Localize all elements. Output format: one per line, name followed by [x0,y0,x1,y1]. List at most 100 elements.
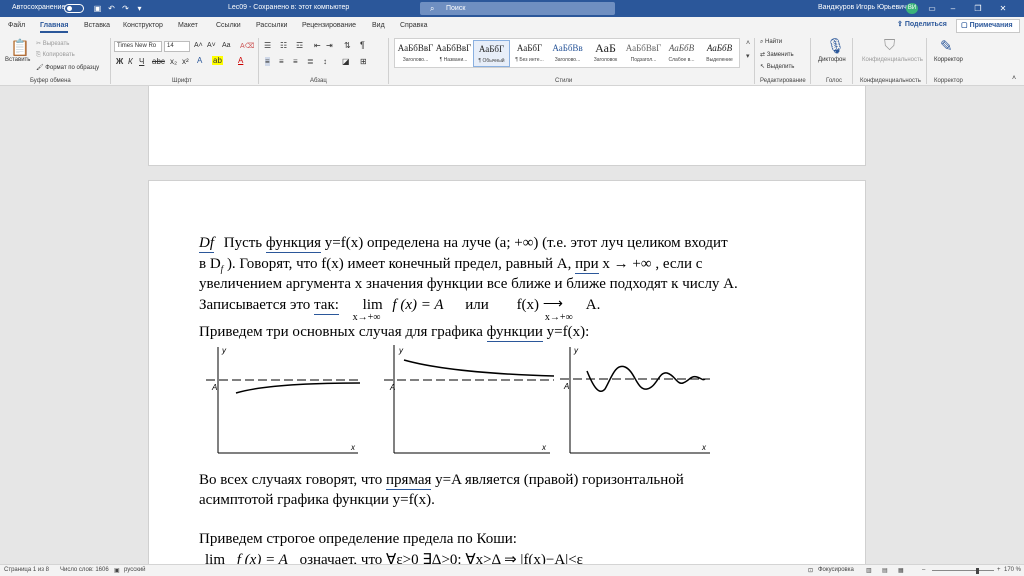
numbering-icon[interactable]: ☷ [280,41,287,50]
paste-button[interactable]: Вставить [5,57,30,63]
y-axis-label: y [221,346,227,355]
style-subtle-emphasis[interactable]: АаБбВ Слабое в... [663,40,700,67]
tab-insert[interactable]: Вставка [84,22,110,29]
language[interactable]: русский [124,567,146,573]
print-layout-icon[interactable]: ▤ [882,567,888,574]
read-mode-icon[interactable]: ▥ [866,567,872,574]
sort-icon[interactable]: ⇅ [344,41,351,50]
collapse-ribbon-icon[interactable]: ˄ [1012,75,1016,82]
comments-button[interactable]: ▢ Примечания [956,19,1020,33]
close-icon[interactable]: ✕ [996,2,1010,15]
style-heading[interactable]: АаБбВвГ Заголово... [397,40,434,67]
borders-icon[interactable]: ⊞ [360,57,367,66]
customize-qat-icon[interactable]: ▾ [134,3,145,14]
web-layout-icon[interactable]: ▦ [898,567,904,574]
focus-icon[interactable]: ⊡ [808,567,813,574]
tab-view[interactable]: Вид [372,22,385,29]
italic-icon[interactable]: К [128,57,133,66]
maximize-icon[interactable]: ❐ [971,2,985,15]
zoom-slider[interactable] [932,570,994,571]
line-spacing-icon[interactable]: ↕ [323,57,327,66]
multilevel-icon[interactable]: ☲ [296,41,303,50]
redo-icon[interactable]: ↷ [120,3,131,14]
df-label: Df [199,235,214,253]
style-emphasis[interactable]: АаБбВ Выделение [701,40,738,67]
tab-file[interactable]: Файл [8,22,25,29]
superscript-icon[interactable]: x² [182,57,189,66]
focus-mode[interactable]: Фокусировка [818,567,854,573]
increase-indent-icon[interactable]: ⇥ [326,41,333,50]
replace-button[interactable]: ⇄ Заменить [760,51,794,58]
editor-button[interactable]: Корректор [934,57,963,63]
doc-line-3: увеличением аргумента x значения функции… [199,276,738,292]
editor-icon[interactable]: ✎ [940,37,953,55]
text-effects-icon[interactable]: A [197,56,202,65]
tab-design[interactable]: Конструктор [123,22,163,29]
zoom-level[interactable]: 170 % [1004,567,1021,573]
autosave-toggle[interactable] [64,4,84,13]
highlight-icon[interactable]: ab [212,56,223,65]
style-normal[interactable]: АаБбГ ¶ Обычный [473,40,510,67]
find-button[interactable]: ⌕ Найти [760,39,782,46]
microphone-icon[interactable]: 🎙 [826,37,845,55]
font-name-select[interactable]: Times New Ro [114,41,162,52]
select-button[interactable]: ↖ Выделить [760,63,794,70]
share-button[interactable]: ⇪ Поделиться [897,20,947,32]
proofing-icon[interactable]: ▣ [114,567,120,574]
bold-icon[interactable]: Ж [116,57,123,66]
style-no-spacing[interactable]: АаБбГ ¶ Без инте... [511,40,548,67]
save-icon[interactable]: ▣ [92,3,103,14]
align-left-icon[interactable]: ≡ [265,57,270,66]
shrink-font-icon[interactable]: A˅ [207,42,216,49]
align-center-icon[interactable]: ≡ [279,57,284,66]
cut-button[interactable]: ✂ Вырезать [36,40,69,47]
document-title[interactable]: Lec09 - Сохранено в: этот компьютер [228,4,349,11]
clear-format-icon[interactable]: A⌫ [240,42,255,50]
tab-references[interactable]: Ссылки [216,22,241,29]
document-canvas[interactable]: Df Пусть функция y=f(x) определена на лу… [0,86,1024,564]
style-heading-main[interactable]: АаБ Заголовок [587,40,624,67]
tab-home[interactable]: Главная [40,22,69,33]
avatar[interactable]: ВИ [906,3,918,14]
change-case-icon[interactable]: Aa [222,42,231,49]
underline-icon[interactable]: Ч [139,57,144,66]
user-name[interactable]: Ванджуров Игорь Юрьевич [818,4,907,11]
text-run: Записывается это [199,297,311,313]
minimize-icon[interactable]: – [946,2,960,15]
zoom-slider-handle[interactable] [976,568,979,574]
subscript-icon[interactable]: x₂ [170,57,177,66]
styles-scroll-up-icon[interactable]: ˄ [746,40,750,47]
zoom-in-icon[interactable]: + [997,567,1001,573]
style-title[interactable]: АаБбВвГ ¶ Названи... [435,40,472,67]
word-count[interactable]: Число слов: 1606 [60,567,109,573]
pilcrow-icon[interactable]: ¶ [360,40,365,50]
font-size-select[interactable]: 14 [164,41,190,52]
copy-button[interactable]: ⎘ Копировать [36,52,75,59]
tab-layout[interactable]: Макет [178,22,198,29]
styles-more-icon[interactable]: ▾ [746,52,750,60]
search-box[interactable]: ⌕ Поиск [420,2,615,15]
tab-mailings[interactable]: Рассылки [256,22,287,29]
clipboard-group-label: Буфер обмена [30,78,71,84]
style-heading-1[interactable]: АаБбВв Заголово... [549,40,586,67]
bullets-icon[interactable]: ☰ [264,41,271,50]
justify-icon[interactable]: ≣ [307,57,314,66]
decrease-indent-icon[interactable]: ⇤ [314,41,321,50]
ribbon-display-icon[interactable]: ▭ [925,2,939,15]
dictation-button[interactable]: Диктофон [818,57,846,63]
tab-help[interactable]: Справка [400,22,427,29]
style-subtitle[interactable]: АаБбВвГ Подзагол... [625,40,662,67]
grow-font-icon[interactable]: A˄ [194,42,203,49]
undo-icon[interactable]: ↶ [106,3,117,14]
align-right-icon[interactable]: ≡ [293,57,298,66]
shading-icon[interactable]: ◪ [342,57,350,66]
sensitivity-group-label: Конфиденциальность [860,78,921,84]
tab-review[interactable]: Рецензирование [302,22,356,29]
paste-icon[interactable]: 📋 [10,38,30,58]
style-preview: АаБбГ [516,43,543,53]
font-color-icon[interactable]: A [238,56,243,65]
format-painter-button[interactable]: 🖌 Формат по образцу [36,64,99,71]
page-count[interactable]: Страница 1 из 8 [4,567,49,573]
zoom-out-icon[interactable]: – [922,567,925,573]
strikethrough-icon[interactable]: abc [152,57,165,66]
